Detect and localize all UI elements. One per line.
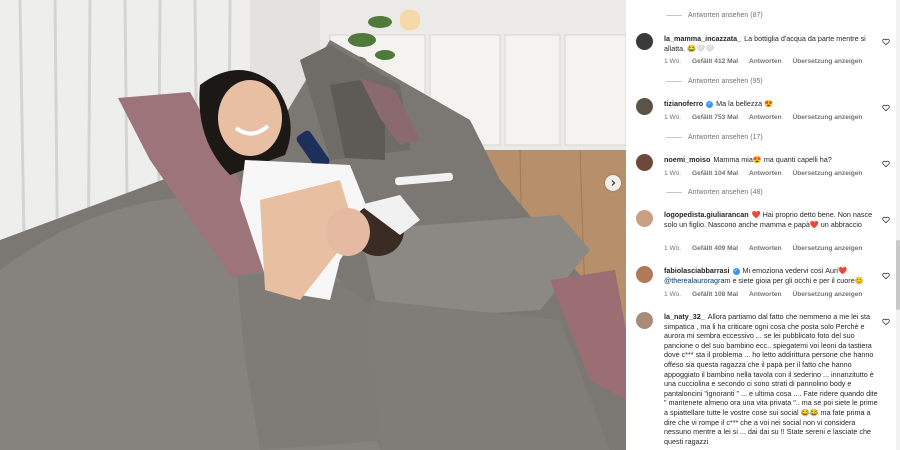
comment-body: Mamma mia😍 ma quanti capelli ha? xyxy=(713,155,832,164)
comment-likes[interactable]: Gefällt 108 Mal xyxy=(692,291,738,298)
comment-meta: 1 Wo. Gefällt 409 Mal Antworten Übersetz… xyxy=(664,245,871,252)
heart-icon[interactable] xyxy=(882,160,890,168)
avatar[interactable] xyxy=(636,312,653,329)
comment-age: 1 Wo. xyxy=(664,58,682,65)
comment-mention[interactable]: @therealauroragram xyxy=(664,276,730,285)
comment-likes[interactable]: Gefällt 412 Mal xyxy=(692,58,738,65)
avatar[interactable] xyxy=(636,154,653,171)
comment-username[interactable]: noemi_moiso xyxy=(664,155,710,164)
comment-meta: 1 Wo. Gefällt 753 Mal Antworten Übersetz… xyxy=(664,114,871,121)
comment-username[interactable]: la_naty_32_ xyxy=(664,312,705,321)
reply-button[interactable]: Antworten xyxy=(749,58,782,65)
translate-button[interactable]: Übersetzung anzeigen xyxy=(792,170,862,177)
comment-age: 1 Wo. xyxy=(664,245,682,252)
view-replies-button[interactable]: Antworten ansehen (17) xyxy=(666,134,763,141)
comment-meta: 1 Wo. Gefällt 108 Mal Antworten Übersetz… xyxy=(664,291,871,298)
heart-icon[interactable] xyxy=(882,38,890,46)
comment-text: logopedista.giuliarancan ❤️ Hai proprio d… xyxy=(664,210,880,229)
view-replies-label: Antworten ansehen (17) xyxy=(688,134,763,141)
avatar[interactable] xyxy=(636,98,653,115)
photo-illustration xyxy=(0,0,626,450)
comment-likes[interactable]: Gefällt 104 Mal xyxy=(692,170,738,177)
heart-icon[interactable] xyxy=(882,272,890,280)
reply-button[interactable]: Antworten xyxy=(749,291,782,298)
reply-button[interactable]: Antworten xyxy=(749,114,782,121)
translate-button[interactable]: Übersetzung anzeigen xyxy=(792,245,862,252)
chevron-right-icon xyxy=(611,180,616,186)
comment-text: tizianoferro ✓ Ma la bellezza 😍 xyxy=(664,99,880,109)
comment-age: 1 Wo. xyxy=(664,170,682,177)
carousel-next-button[interactable] xyxy=(605,175,621,191)
heart-icon[interactable] xyxy=(882,104,890,112)
avatar[interactable] xyxy=(636,266,653,283)
reply-button[interactable]: Antworten xyxy=(749,245,782,252)
comments-panel[interactable]: Antworten ansehen (87) la_mamma_incazzat… xyxy=(626,0,900,450)
comment-meta: 1 Wo. Gefällt 412 Mal Antworten Übersetz… xyxy=(664,58,871,65)
reply-button[interactable]: Antworten xyxy=(749,170,782,177)
comment-username[interactable]: la_mamma_incazzata_ xyxy=(664,34,741,43)
comment-username[interactable]: logopedista.giuliarancan xyxy=(664,210,749,219)
comment-age: 1 Wo. xyxy=(664,114,682,121)
comment-username[interactable]: fabiolasciabbarrasi xyxy=(664,266,730,275)
comment-body: Mi emoziona vedervi così Auri❤️ xyxy=(742,266,847,275)
replies-divider xyxy=(666,81,682,82)
heart-icon[interactable] xyxy=(882,216,890,224)
translate-button[interactable]: Übersetzung anzeigen xyxy=(792,58,862,65)
comment-text: noemi_moiso Mamma mia😍 ma quanti capelli … xyxy=(664,155,880,165)
avatar[interactable] xyxy=(636,210,653,227)
view-replies-button[interactable]: Antworten ansehen (87) xyxy=(666,12,763,19)
scrollbar-thumb[interactable] xyxy=(896,240,900,310)
view-replies-button[interactable]: Antworten ansehen (95) xyxy=(666,78,763,85)
avatar[interactable] xyxy=(636,33,653,50)
verified-badge-icon: ✓ xyxy=(732,267,740,275)
comment-text: la_naty_32_ Allora partiamo dal fatto che… xyxy=(664,312,880,446)
heart-icon[interactable] xyxy=(882,318,890,326)
comment-body: Ma la bellezza 😍 xyxy=(716,99,774,108)
comment-text: fabiolasciabbarrasi ✓ Mi emoziona vedervi … xyxy=(664,266,880,285)
comment-age: 1 Wo. xyxy=(664,291,682,298)
comments-scrollbar[interactable] xyxy=(896,0,900,450)
comment-likes[interactable]: Gefällt 753 Mal xyxy=(692,114,738,121)
comment-likes[interactable]: Gefällt 409 Mal xyxy=(692,245,738,252)
replies-divider xyxy=(666,137,682,138)
comment-meta: 1 Wo. Gefällt 104 Mal Antworten Übersetz… xyxy=(664,170,871,177)
view-replies-button[interactable]: Antworten ansehen (48) xyxy=(666,189,763,196)
verified-badge-icon: ✓ xyxy=(706,100,714,108)
view-replies-label: Antworten ansehen (48) xyxy=(688,189,763,196)
post-photo xyxy=(0,0,626,450)
view-replies-label: Antworten ansehen (95) xyxy=(688,78,763,85)
replies-divider xyxy=(666,192,682,193)
view-replies-label: Antworten ansehen (87) xyxy=(688,12,763,19)
comment-text: la_mamma_incazzata_ La bottiglia d'acqua … xyxy=(664,34,880,53)
translate-button[interactable]: Übersetzung anzeigen xyxy=(792,114,862,121)
translate-button[interactable]: Übersetzung anzeigen xyxy=(792,291,862,298)
replies-divider xyxy=(666,15,682,16)
comment-body: Allora partiamo dal fatto che nemmeno a … xyxy=(664,312,878,446)
comment-body-continued: e siete gioia per gli occhi e per il cuo… xyxy=(732,275,864,285)
comment-username[interactable]: tizianoferro xyxy=(664,99,703,108)
